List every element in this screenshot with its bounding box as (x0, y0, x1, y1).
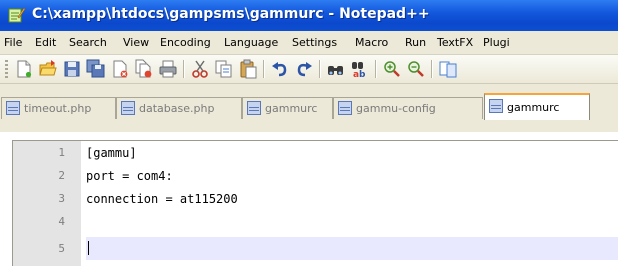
zoom-out-icon[interactable] (406, 59, 426, 79)
sync-scroll-icon[interactable] (438, 59, 458, 79)
window-title: C:\xampp\htdocs\gampsms\gammurc - Notepa… (32, 6, 430, 22)
paste-icon[interactable] (238, 59, 258, 79)
line-number: 5 (58, 242, 65, 255)
code-line[interactable]: [gammu] (86, 146, 137, 160)
open-file-icon[interactable] (38, 59, 58, 79)
redo-icon[interactable] (294, 59, 314, 79)
line-number: 3 (58, 192, 65, 205)
menu-plugins[interactable]: Plugi (483, 36, 510, 49)
notepad-plus-plus-icon[interactable] (8, 7, 26, 23)
code-line[interactable]: port = com4: (86, 169, 173, 183)
save-all-icon[interactable] (86, 59, 106, 79)
menu-macro[interactable]: Macro (355, 36, 388, 49)
tab-gammurc-active[interactable]: gammurc (484, 93, 590, 120)
menu-edit[interactable]: Edit (35, 36, 56, 49)
code-line[interactable]: connection = at115200 (86, 192, 238, 206)
toolbar-separator (183, 60, 185, 78)
copy-icon[interactable] (214, 59, 234, 79)
new-file-icon[interactable] (14, 59, 34, 79)
tab-label: database.php (139, 102, 215, 115)
undo-icon[interactable] (270, 59, 290, 79)
tab-database-php[interactable]: database.php (116, 97, 242, 119)
tab-gammurc[interactable]: gammurc (242, 97, 333, 119)
line-number: 2 (58, 169, 65, 182)
tab-gammu-config[interactable]: gammu-config (333, 97, 483, 119)
menu-bar: File Edit Search View Encoding Language … (0, 31, 618, 55)
menu-view[interactable]: View (123, 36, 149, 49)
svg-text:a: a (353, 70, 359, 79)
save-icon[interactable] (62, 59, 82, 79)
toolbar-separator (431, 60, 433, 78)
tab-label: gammurc (507, 101, 560, 114)
menu-search[interactable]: Search (69, 36, 107, 49)
line-number: 4 (58, 215, 65, 228)
tab-label: gammu-config (356, 102, 436, 115)
file-icon (338, 101, 352, 115)
tab-label: timeout.php (24, 102, 92, 115)
zoom-in-icon[interactable] (382, 59, 402, 79)
file-icon (121, 101, 135, 115)
toolbar-separator (375, 60, 377, 78)
find-icon[interactable] (326, 59, 346, 79)
close-icon[interactable] (110, 59, 130, 79)
toolbar-separator (263, 60, 265, 78)
svg-text:b: b (359, 70, 366, 79)
text-caret (88, 241, 89, 255)
menu-textfx[interactable]: TextFX (437, 36, 473, 49)
title-bar: C:\xampp\htdocs\gampsms\gammurc - Notepa… (0, 0, 618, 31)
print-icon[interactable] (158, 59, 178, 79)
toolbar-separator (319, 60, 321, 78)
menu-file[interactable]: File (4, 36, 22, 49)
tab-label: gammurc (265, 102, 318, 115)
line-number: 1 (58, 146, 65, 159)
file-icon (489, 99, 503, 113)
current-line-highlight (86, 237, 618, 260)
cut-icon[interactable] (190, 59, 210, 79)
menu-settings[interactable]: Settings (292, 36, 337, 49)
file-icon (6, 101, 20, 115)
editor[interactable]: 1 2 3 4 5 [gammu] port = com4: connectio… (12, 140, 618, 266)
menu-language[interactable]: Language (224, 36, 278, 49)
toolbar-grip[interactable] (5, 60, 8, 78)
menu-encoding[interactable]: Encoding (160, 36, 211, 49)
tab-bar: timeout.php database.php gammurc gammu-c… (0, 84, 618, 132)
tab-timeout-php[interactable]: timeout.php (1, 97, 116, 119)
file-icon (247, 101, 261, 115)
close-all-icon[interactable] (134, 59, 154, 79)
menu-run[interactable]: Run (405, 36, 426, 49)
toolbar: ba (0, 55, 618, 84)
replace-icon[interactable]: ba (350, 59, 370, 80)
